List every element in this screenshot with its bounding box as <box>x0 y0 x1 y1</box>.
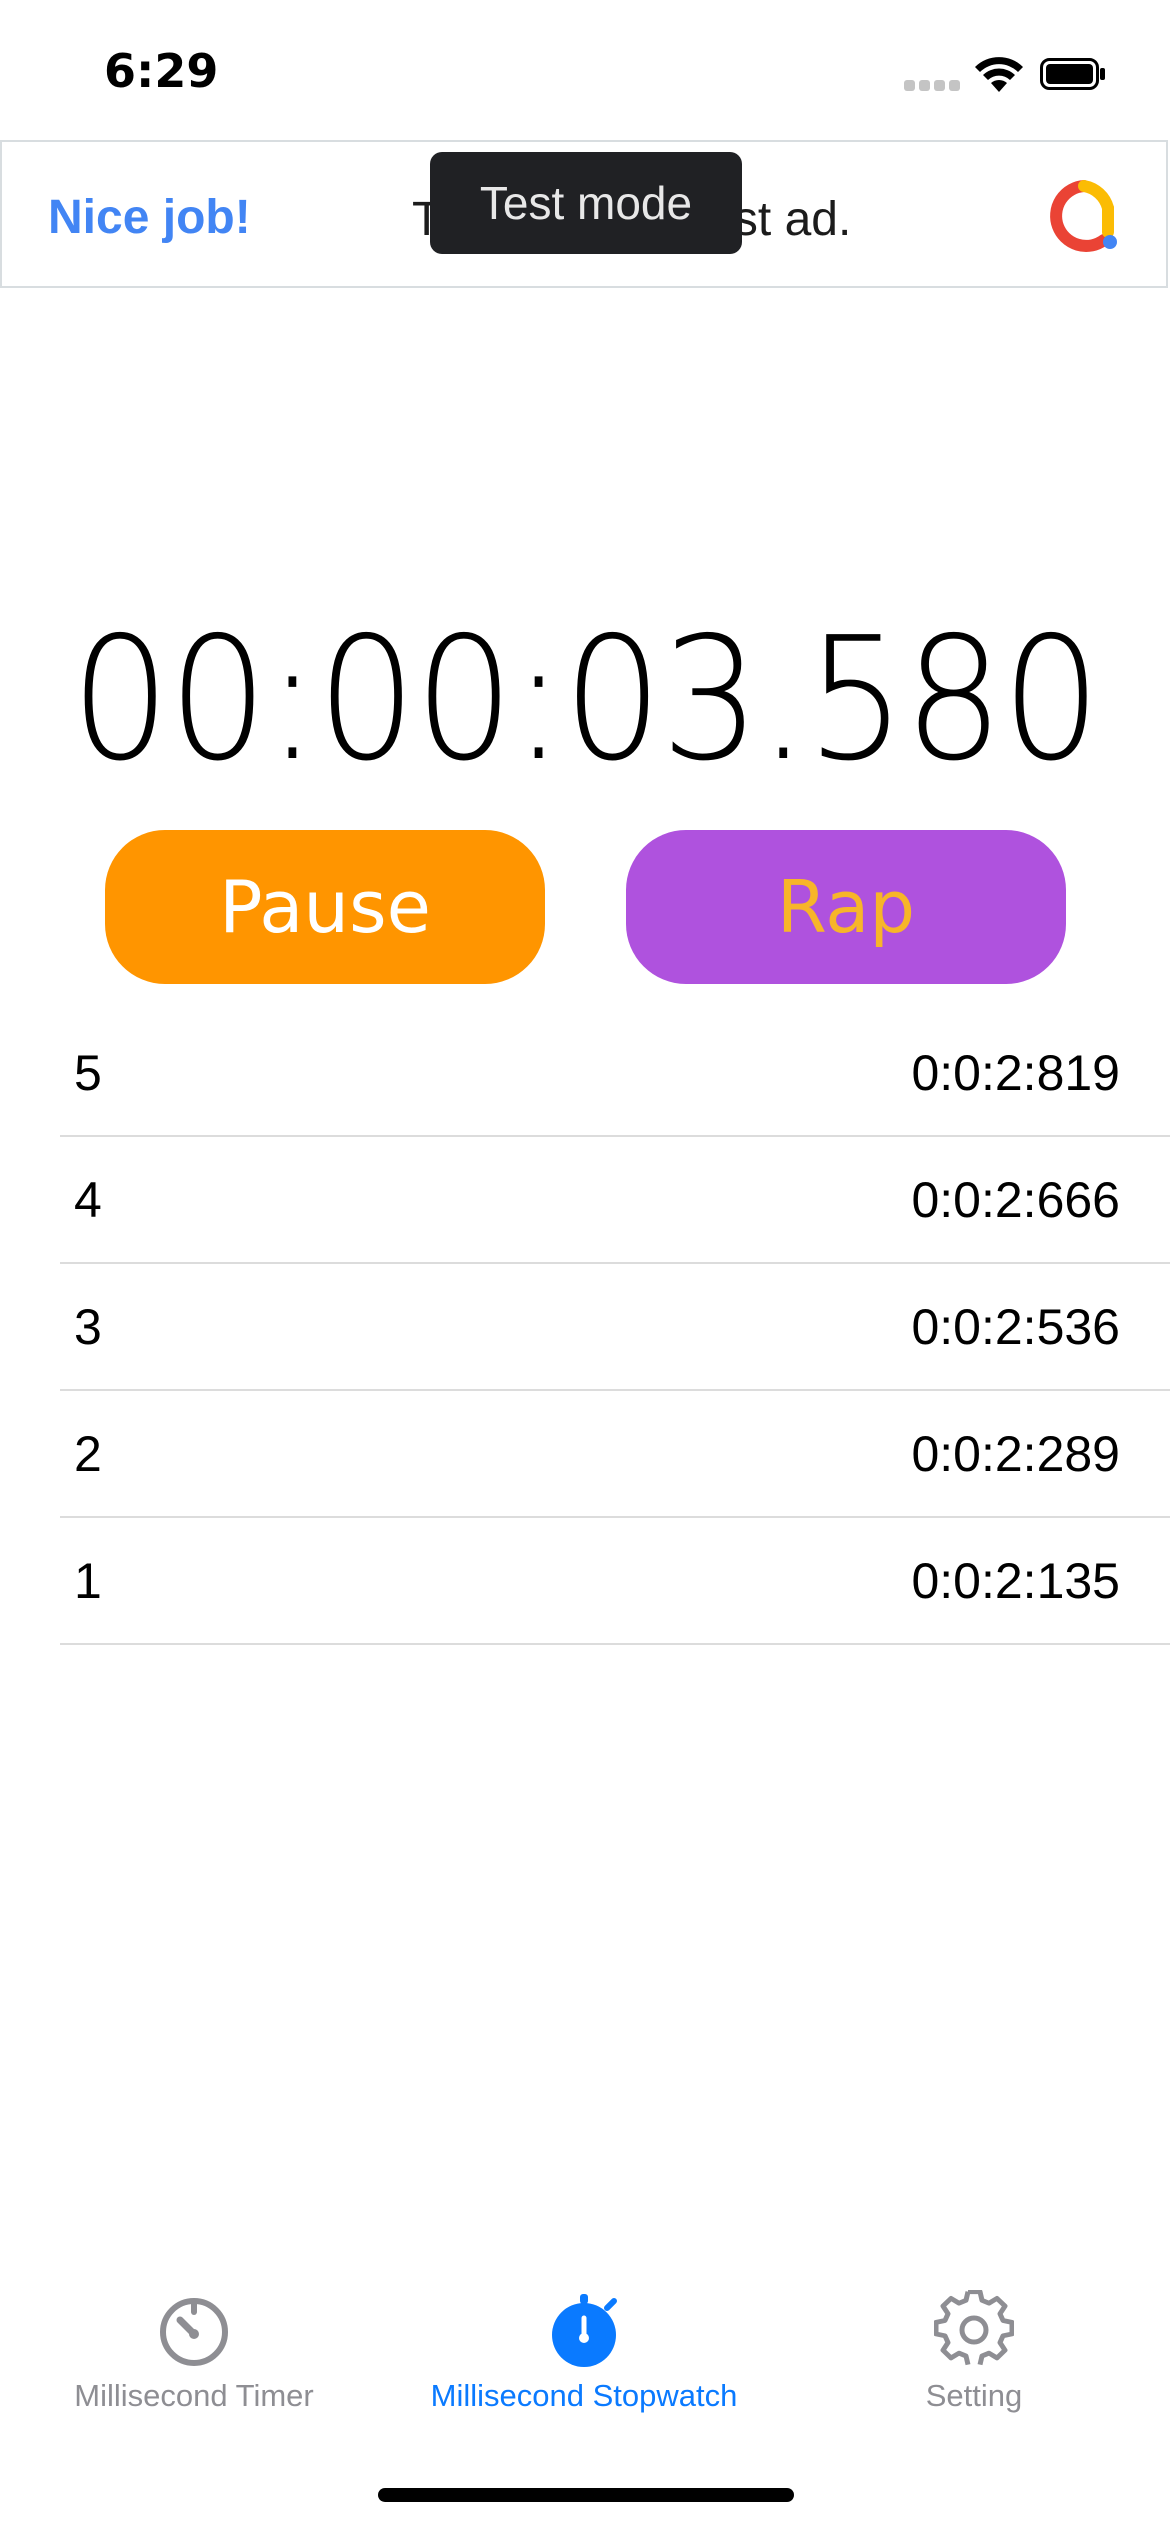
lap-row: 2 0:0:2:289 <box>60 1391 1170 1518</box>
ad-choices-logo-icon <box>1050 180 1117 252</box>
lap-time: 0:0:2:819 <box>911 1045 1120 1101</box>
timer-icon <box>160 2298 228 2366</box>
tab-label: Millisecond Stopwatch <box>430 2378 738 2413</box>
lap-time: 0:0:2:289 <box>911 1426 1120 1482</box>
gear-icon <box>934 2290 1014 2366</box>
lap-index: 2 <box>74 1426 102 1482</box>
home-indicator <box>378 2488 794 2502</box>
lap-row: 3 0:0:2:536 <box>60 1264 1170 1391</box>
stopwatch-icon <box>552 2294 617 2367</box>
tab-setting[interactable]: Setting <box>784 2290 1164 2414</box>
cellular-signal-icon <box>904 80 960 92</box>
battery-icon <box>1040 58 1105 90</box>
lap-list: 5 0:0:2:819 4 0:0:2:666 3 0:0:2:536 2 0:… <box>60 1010 1170 1645</box>
lap-index: 5 <box>74 1045 102 1101</box>
lap-index: 3 <box>74 1299 102 1355</box>
lap-index: 1 <box>74 1553 102 1609</box>
lap-row: 4 0:0:2:666 <box>60 1137 1170 1264</box>
ad-headline: Nice job! <box>48 191 251 244</box>
stopwatch-display: 00:00:03.580 <box>70 601 1101 799</box>
tab-label: Setting <box>925 2378 1023 2413</box>
lap-row: 1 0:0:2:135 <box>60 1518 1170 1645</box>
lap-time: 0:0:2:536 <box>911 1299 1120 1355</box>
wifi-icon <box>975 57 1023 92</box>
status-time: 6:29 <box>104 44 219 98</box>
lap-time: 0:0:2:666 <box>911 1172 1120 1228</box>
tab-millisecond-stopwatch[interactable]: Millisecond Stopwatch <box>394 2290 774 2414</box>
lap-index: 4 <box>74 1172 102 1228</box>
lap-time: 0:0:2:135 <box>911 1553 1120 1609</box>
lap-row: 5 0:0:2:819 <box>60 1010 1170 1137</box>
tab-label: Millisecond Timer <box>74 2378 314 2413</box>
test-mode-tooltip: Test mode <box>430 152 742 254</box>
tab-millisecond-timer[interactable]: Millisecond Timer <box>4 2290 384 2414</box>
rap-button[interactable]: Rap <box>626 830 1066 984</box>
pause-button[interactable]: Pause <box>105 830 545 984</box>
